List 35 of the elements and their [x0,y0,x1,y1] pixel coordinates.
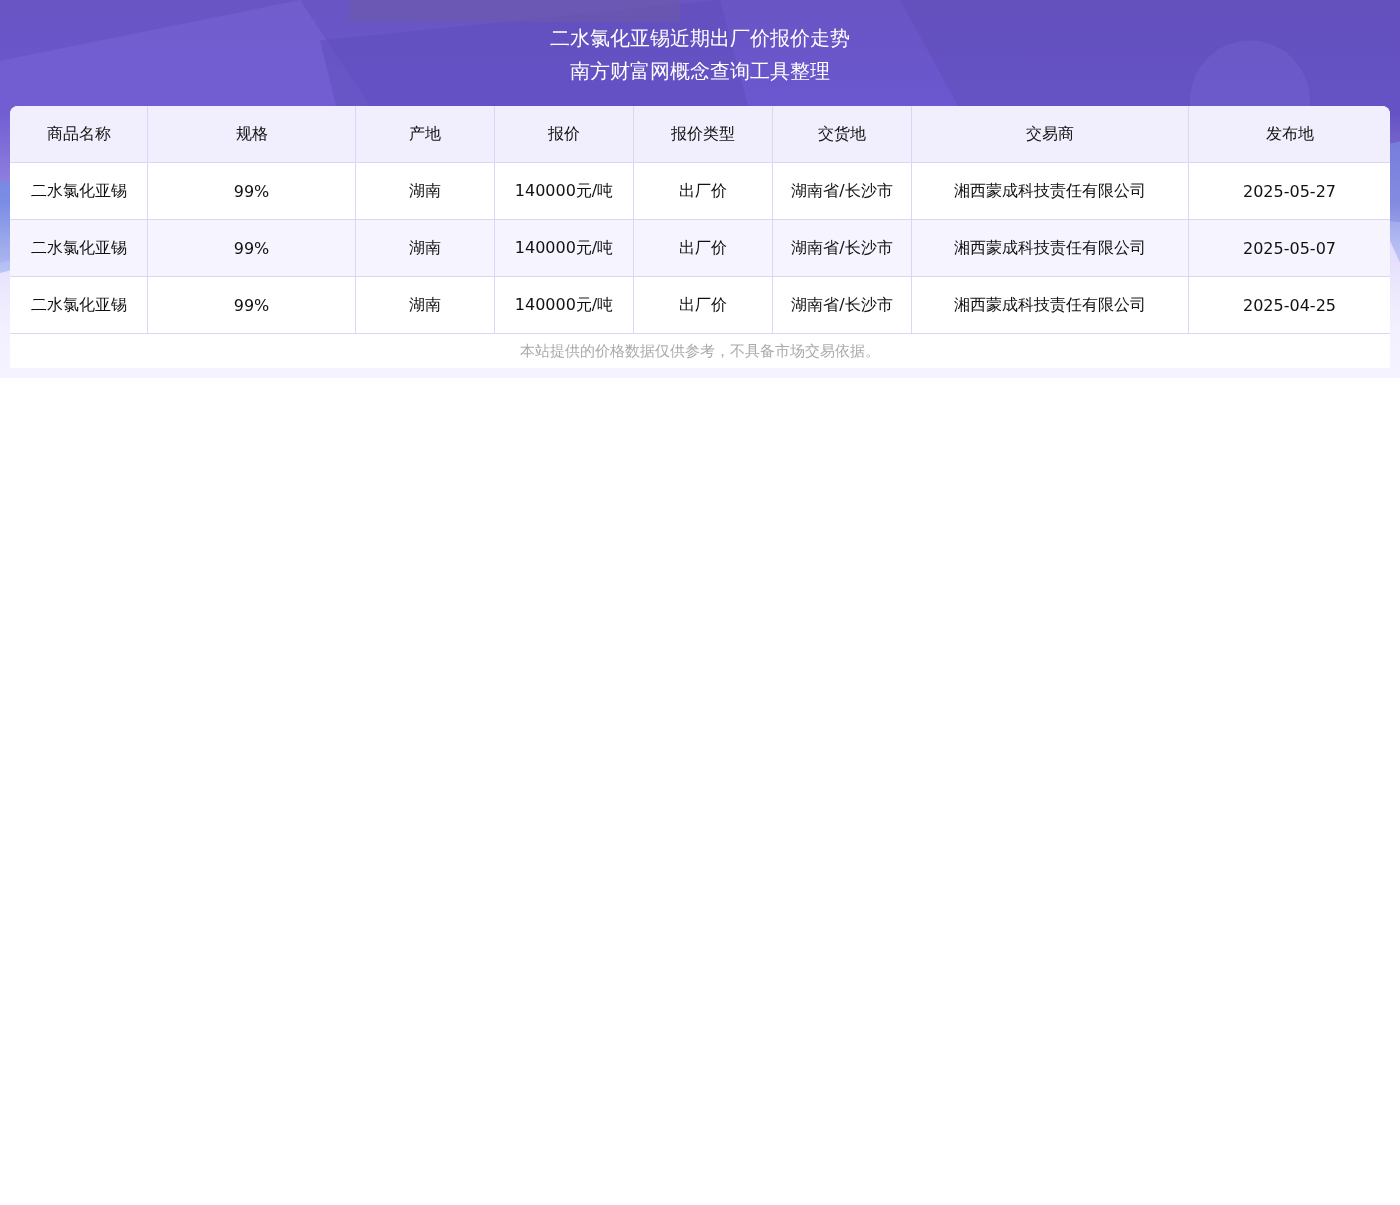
column-header: 交货地 [772,106,912,163]
table-cell: 140000元/吨 [494,276,634,334]
page-subtitle: 南方财富网概念查询工具整理 [570,57,830,85]
column-header: 报价 [494,106,634,163]
table-cell: 140000元/吨 [494,219,634,277]
table-cell: 140000元/吨 [494,162,634,220]
table-cell: 湖南省/长沙市 [772,162,912,220]
disclaimer-text: 本站提供的价格数据仅供参考，不具备市场交易依据。 [520,341,880,361]
table-cell: 二水氯化亚锡 [10,219,148,277]
table-cell: 99% [147,219,356,277]
table-cell: 出厂价 [633,276,773,334]
table-cell: 出厂价 [633,219,773,277]
table-cell: 湖南省/长沙市 [772,219,912,277]
page-title: 二水氯化亚锡近期出厂价报价走势 [550,24,850,52]
table-cell: 二水氯化亚锡 [10,276,148,334]
table-cell: 湘西蒙成科技责任有限公司 [911,276,1189,334]
table-cell: 湘西蒙成科技责任有限公司 [911,219,1189,277]
table-cell: 99% [147,276,356,334]
table-cell: 2025-05-27 [1188,162,1390,220]
table-cell: 99% [147,162,356,220]
column-header: 规格 [147,106,356,163]
table-cell: 湖南 [355,219,495,277]
column-header: 产地 [355,106,495,163]
table-cell: 二水氯化亚锡 [10,162,148,220]
table-cell: 湖南 [355,162,495,220]
table-cell: 湖南 [355,276,495,334]
column-header: 交易商 [911,106,1189,163]
table-cell: 2025-05-07 [1188,219,1390,277]
column-header: 发布地 [1188,106,1390,163]
column-header: 商品名称 [10,106,148,163]
table-cell: 2025-04-25 [1188,276,1390,334]
table-cell: 湘西蒙成科技责任有限公司 [911,162,1189,220]
column-header: 报价类型 [633,106,773,163]
table-cell: 湖南省/长沙市 [772,276,912,334]
table-cell: 出厂价 [633,162,773,220]
